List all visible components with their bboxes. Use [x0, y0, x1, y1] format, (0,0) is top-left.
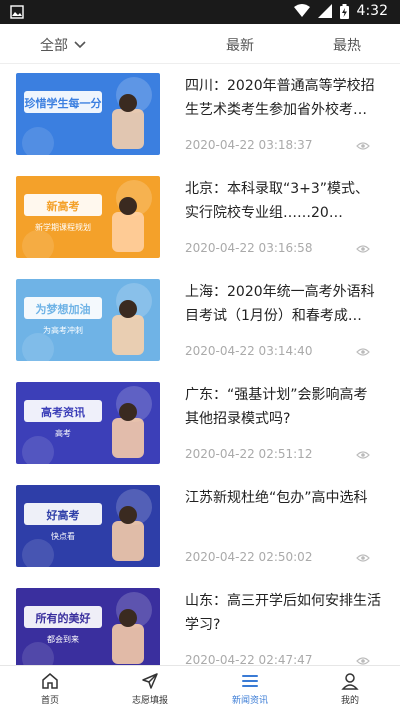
gallery-icon — [10, 5, 24, 19]
tab-all-label: 全部 — [40, 38, 68, 54]
news-thumbnail: 好高考 快点看 — [16, 485, 160, 567]
thumb-text: 高考资讯 — [41, 405, 85, 419]
news-date: 2020-04-22 03:14:40 — [185, 344, 313, 358]
user-icon — [341, 673, 359, 690]
view-count-icon — [356, 451, 370, 459]
thumb-subtext: 为高考冲刺 — [43, 325, 83, 335]
thumb-text: 珍惜学生每一分 — [25, 96, 102, 110]
thumb-subtext: 快点看 — [51, 531, 75, 541]
nav-mine-label: 我的 — [340, 696, 359, 706]
filter-tabs: 全部 最新 最热 — [0, 24, 400, 64]
view-count-icon — [356, 245, 370, 253]
news-title[interactable]: 山东：高三开学后如何安排生活学习? — [185, 589, 381, 637]
chevron-down-icon — [74, 41, 86, 49]
news-item[interactable]: 新高考 新学期课程规划 北京：本科录取“3+3”模式、实行院校专业组……20… 202… — [0, 167, 400, 270]
nav-news[interactable]: 新闻资讯 — [200, 666, 300, 711]
news-title[interactable]: 四川：2020年普通高等学校招生艺术类考生参加省外校考… — [185, 74, 381, 122]
news-date: 2020-04-22 03:16:58 — [185, 241, 313, 255]
news-thumbnail: 新高考新学期课程规划 — [16, 176, 160, 258]
nav-apply[interactable]: 志愿填报 — [100, 666, 200, 711]
send-icon — [142, 673, 158, 689]
news-item[interactable]: 珍惜学生每一分 四川：2020年普通高等学校招生艺术类考生参加省外校考… 2020-… — [0, 64, 400, 167]
news-title[interactable]: 江苏新规杜绝“包办”高中选科 — [185, 486, 381, 510]
thumb-subtext: 新学期课程规划 — [35, 222, 91, 232]
news-title[interactable]: 上海：2020年统一高考外语科目考试（1月份）和春考成… — [185, 280, 381, 328]
bottom-nav: 首页 志愿填报 新闻资讯 我的 — [0, 665, 400, 711]
news-date: 2020-04-22 02:51:12 — [185, 447, 313, 461]
news-list: 珍惜学生每一分 四川：2020年普通高等学校招生艺术类考生参加省外校考… 2020-… — [0, 64, 400, 665]
thumb-text: 为梦想加油 — [36, 302, 91, 316]
battery-icon — [339, 3, 349, 19]
nav-news-label: 新闻资讯 — [231, 696, 268, 706]
news-thumbnail: 珍惜学生每一分 — [16, 73, 160, 155]
tab-latest[interactable]: 最新 — [226, 35, 254, 55]
signal-icon — [317, 4, 332, 18]
news-item[interactable]: 高考资讯 高考 广东：“强基计划”会影响高考其他招录模式吗? 2020-04-22 0… — [0, 373, 400, 476]
nav-home[interactable]: 首页 — [0, 666, 100, 711]
view-count-icon — [356, 142, 370, 150]
tab-all[interactable]: 全部 — [40, 35, 86, 55]
view-count-icon — [356, 554, 370, 562]
news-title[interactable]: 北京：本科录取“3+3”模式、实行院校专业组……20… — [185, 177, 381, 225]
view-count-icon — [356, 657, 370, 665]
thumb-text: 好高考 — [46, 508, 80, 522]
thumb-subtext: 高考 — [55, 428, 71, 438]
nav-home-label: 首页 — [40, 696, 59, 706]
news-list-icon — [242, 675, 258, 687]
news-thumbnail: 所有的美好 都会到来 — [16, 588, 160, 665]
thumb-subtext: 都会到来 — [47, 634, 79, 644]
news-date: 2020-04-22 02:47:47 — [185, 653, 313, 665]
news-thumbnail: 为梦想加油为高考冲刺 — [16, 279, 160, 361]
tab-hot[interactable]: 最热 — [333, 35, 361, 55]
news-item[interactable]: 所有的美好 都会到来 山东：高三开学后如何安排生活学习? 2020-04-22 02:… — [0, 579, 400, 665]
news-date: 2020-04-22 03:18:37 — [185, 138, 313, 152]
nav-mine[interactable]: 我的 — [300, 666, 400, 711]
nav-apply-label: 志愿填报 — [131, 696, 168, 706]
thumb-text: 所有的美好 — [36, 611, 91, 625]
thumb-text: 新高考 — [47, 199, 80, 213]
home-icon — [42, 673, 58, 689]
status-bar: 4:32 — [0, 0, 400, 24]
status-time: 4:32 — [356, 3, 388, 19]
news-title[interactable]: 广东：“强基计划”会影响高考其他招录模式吗? — [185, 383, 381, 431]
news-item[interactable]: 为梦想加油 为高考冲刺 上海：2020年统一高考外语科目考试（1月份）和春考成… 20… — [0, 270, 400, 373]
news-item[interactable]: 好高考快点看 江苏新规杜绝“包办”高中选科 2020-04-22 02:50:02 — [0, 476, 400, 579]
news-thumbnail: 高考资讯 高考 — [16, 382, 160, 464]
view-count-icon — [356, 348, 370, 356]
wifi-icon — [293, 4, 310, 17]
news-date: 2020-04-22 02:50:02 — [185, 550, 313, 564]
